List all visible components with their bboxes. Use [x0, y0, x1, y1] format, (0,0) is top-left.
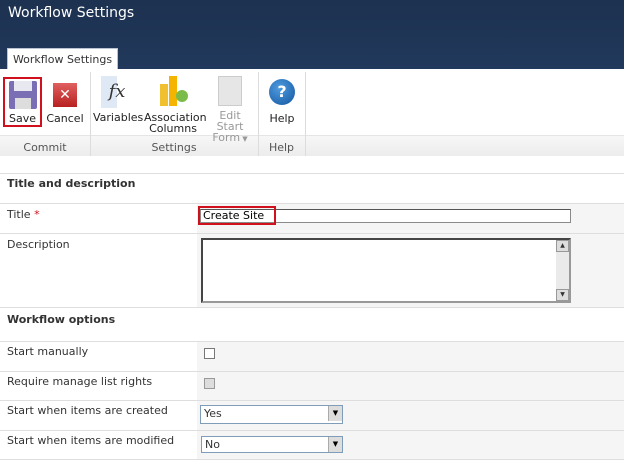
page-title: Workflow Settings — [8, 5, 135, 21]
edit-label-1: Edit Start — [216, 109, 244, 133]
title-value: Create Site — [198, 206, 276, 225]
divider — [0, 371, 624, 372]
group-label-help: Help — [268, 141, 295, 154]
on-modify-label: Start when items are modified — [7, 434, 175, 447]
floppy-disk-icon — [8, 81, 37, 109]
variables-button[interactable]: fx Variables — [93, 76, 144, 124]
section-workflow-options: Workflow options — [7, 313, 116, 326]
require-rights-label: Require manage list rights — [7, 375, 153, 388]
on-modify-value: No — [205, 438, 220, 451]
on-modify-select[interactable]: No ▼ — [201, 436, 343, 453]
description-scrollbar[interactable]: ▲ ▼ — [556, 240, 569, 301]
save-button[interactable]: Save — [3, 77, 42, 127]
dropdown-arrow-icon[interactable]: ▼ — [328, 437, 342, 452]
divider — [0, 341, 624, 342]
divider — [0, 203, 624, 204]
help-button[interactable]: ? Help — [264, 76, 300, 124]
form-icon — [218, 76, 242, 106]
require-rights-checkbox[interactable] — [204, 378, 215, 389]
on-create-label: Start when items are created — [7, 404, 168, 417]
scroll-up-icon[interactable]: ▲ — [556, 240, 569, 252]
cancel-label: Cancel — [46, 112, 84, 125]
group-label-commit: Commit — [23, 141, 67, 154]
help-question-icon: ? — [269, 79, 295, 105]
tab-workflow-settings[interactable]: Workflow Settings — [7, 48, 118, 70]
title-label: Title * — [7, 208, 40, 221]
section-title-description: Title and description — [7, 177, 136, 190]
divider — [0, 400, 624, 401]
required-mark: * — [34, 208, 40, 221]
cancel-button[interactable]: ✕ Cancel — [46, 76, 84, 124]
edit-start-form-button[interactable]: Edit Start Form ▼ — [206, 76, 254, 145]
group-label-settings: Settings — [151, 141, 197, 154]
dropdown-arrow-icon[interactable]: ▼ — [328, 406, 342, 421]
scroll-down-icon[interactable]: ▼ — [556, 289, 569, 301]
description-label: Description — [7, 238, 70, 251]
save-label: Save — [8, 112, 36, 125]
divider — [0, 233, 624, 234]
association-columns-icon — [157, 76, 189, 108]
association-columns-button[interactable]: Association Columns — [144, 76, 207, 135]
description-textarea[interactable] — [201, 238, 571, 303]
start-manually-label: Start manually — [7, 345, 89, 358]
help-label: Help — [269, 112, 295, 125]
divider — [0, 430, 624, 431]
group-divider — [305, 72, 306, 156]
on-create-select[interactable]: Yes ▼ — [200, 405, 343, 424]
cancel-x-icon: ✕ — [53, 83, 77, 107]
association-label-2: Columns — [149, 122, 197, 135]
on-create-value: Yes — [204, 407, 222, 420]
start-manually-checkbox[interactable] — [204, 348, 215, 359]
variables-label: Variables — [93, 111, 144, 124]
variables-fx-icon: fx — [101, 76, 133, 108]
